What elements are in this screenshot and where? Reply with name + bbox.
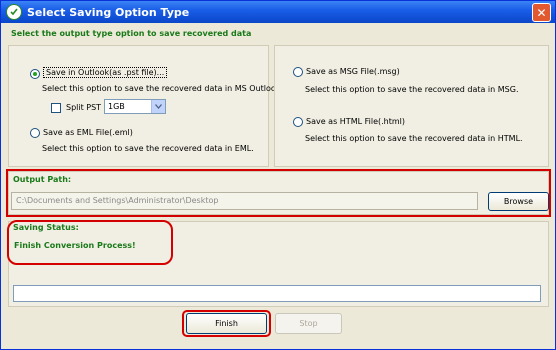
msg-option-label[interactable]: Save as MSG File(.msg) <box>306 67 400 76</box>
output-path-field[interactable]: C:\Documents and Settings\Administrator\… <box>11 192 478 210</box>
split-pst-checkbox[interactable] <box>51 103 61 113</box>
window-title: Select Saving Option Type <box>27 5 190 19</box>
stop-button[interactable]: Stop <box>275 313 342 334</box>
eml-option-description: Select this option to save the recovered… <box>42 144 254 153</box>
eml-option-label[interactable]: Save as EML File(.eml) <box>43 128 133 137</box>
html-radio[interactable] <box>293 117 303 127</box>
html-option-label[interactable]: Save as HTML File(.html) <box>306 117 405 126</box>
dialog-window: Select Saving Option Type ✕ Select the o… <box>0 0 556 350</box>
msg-radio[interactable] <box>293 67 303 77</box>
left-options-panel: Save in Outlook(as .pst file)... Select … <box>8 45 283 167</box>
right-options-panel: Save as MSG File(.msg) Select this optio… <box>274 45 549 167</box>
instruction-heading: Select the output type option to save re… <box>11 29 252 38</box>
status-message: Finish Conversion Process! <box>14 241 136 250</box>
pst-radio[interactable] <box>30 69 40 79</box>
eml-radio[interactable] <box>30 128 40 138</box>
finish-button[interactable]: Finish <box>186 313 267 334</box>
close-icon[interactable]: ✕ <box>532 3 551 22</box>
split-pst-label: Split PST <box>66 103 102 112</box>
saving-status-title: Saving Status: <box>13 223 79 232</box>
chevron-down-icon[interactable] <box>151 100 165 113</box>
app-icon <box>6 4 22 20</box>
progress-bar <box>13 285 541 302</box>
pst-option-description: Select this option to save the recovered… <box>42 84 283 93</box>
browse-button[interactable]: Browse <box>488 192 549 211</box>
msg-option-description: Select this option to save the recovered… <box>305 85 519 94</box>
output-path-title: Output Path: <box>13 175 72 184</box>
title-bar[interactable]: Select Saving Option Type ✕ <box>1 1 555 23</box>
pst-option-label[interactable]: Save in Outlook(as .pst file)... <box>43 67 168 78</box>
split-size-value: 1GB <box>108 102 125 111</box>
split-size-select[interactable]: 1GB <box>104 99 166 114</box>
html-option-description: Select this option to save the recovered… <box>305 134 523 143</box>
